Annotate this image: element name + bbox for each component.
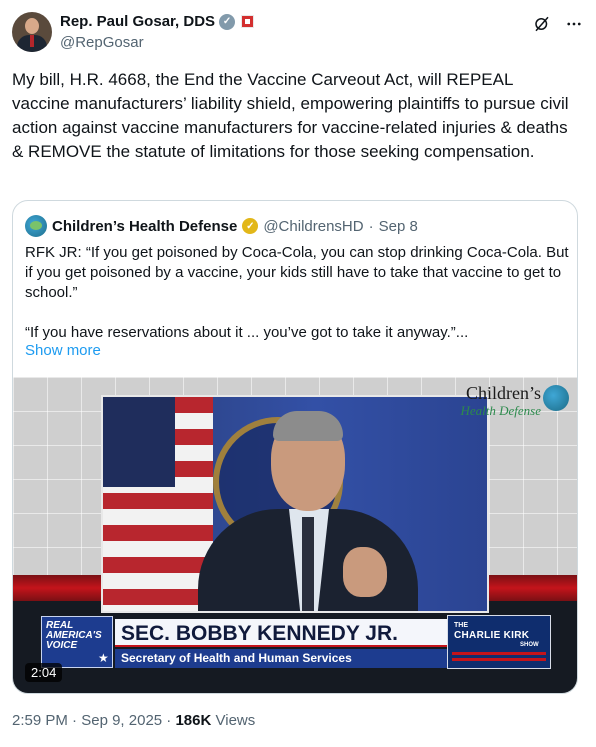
quote-header: Children’s Health Defense ✓ @ChildrensHD… <box>25 215 418 237</box>
affiliate-badge-icon[interactable] <box>241 15 255 28</box>
more-dots-icon[interactable] <box>564 14 584 34</box>
verified-badge-icon[interactable]: ✓ <box>219 13 236 30</box>
chd-logo: Children’s Health Defense <box>460 383 569 418</box>
show-logo-small: THE <box>454 622 468 629</box>
quote-date[interactable]: Sep 8 <box>379 218 418 235</box>
author-display-name[interactable]: Rep. Paul Gosar, DDS <box>60 13 215 30</box>
video-duration: 2:04 <box>25 663 63 682</box>
quote-paragraph-2: “If you have reservations about it ... y… <box>25 324 469 341</box>
tweet-text: My bill, H.R. 4668, the End the Vaccine … <box>12 70 569 161</box>
globe-icon <box>543 385 569 411</box>
quoted-tweet[interactable]: Children’s Health Defense ✓ @ChildrensHD… <box>12 200 578 694</box>
author-handle[interactable]: @RepGosar <box>60 34 144 51</box>
speaker-hair <box>273 411 343 441</box>
chyron-title-bar: SEC. BOBBY KENNEDY JR. <box>115 619 447 647</box>
tweet-time[interactable]: 2:59 PM <box>12 712 68 729</box>
author-avatar[interactable] <box>12 12 52 52</box>
show-logo-sub: SHOW <box>520 642 539 648</box>
show-logo-main: CHARLIE KIRK <box>454 630 530 641</box>
views-count[interactable]: 186K <box>175 712 211 729</box>
quote-body: RFK JR: “If you get poisoned by Coca-Col… <box>25 243 570 363</box>
speaker-frame <box>101 395 489 613</box>
lower-third: REAL AMERICA'S VOICE ★ SEC. BOBBY KENNED… <box>41 614 447 670</box>
views-label: Views <box>215 712 256 729</box>
header-actions <box>532 14 584 34</box>
flag-canton <box>103 397 175 487</box>
chyron-subtitle-bar: Secretary of Health and Human Services <box>115 649 447 668</box>
tweet-header: Rep. Paul Gosar, DDS ✓ @RepGosar <box>12 12 584 56</box>
quote-paragraph-1: RFK JR: “If you get poisoned by Coca-Col… <box>25 244 569 301</box>
network-logo: REAL AMERICA'S VOICE ★ <box>41 616 113 668</box>
show-logo-stripes <box>452 652 546 664</box>
quote-avatar[interactable] <box>25 215 47 237</box>
tweet-date[interactable]: Sep 9, 2025 <box>81 712 162 729</box>
network-name: REAL AMERICA'S VOICE <box>46 620 102 651</box>
tweet-meta: 2:59 PM · Sep 9, 2025 · 186K Views <box>12 712 255 729</box>
chyron-subtitle: Secretary of Health and Human Services <box>121 651 352 665</box>
quote-separator: · <box>368 217 374 235</box>
star-icon: ★ <box>98 651 109 665</box>
grok-icon[interactable] <box>532 14 552 34</box>
video-player[interactable]: Children’s Health Defense REAL AMERICA'S… <box>13 377 577 693</box>
gold-verified-badge-icon[interactable]: ✓ <box>242 218 259 234</box>
meta-separator: · <box>72 712 78 729</box>
quote-display-name[interactable]: Children’s Health Defense <box>52 218 237 235</box>
quote-handle[interactable]: @ChildrensHD <box>263 218 363 235</box>
speaker-tie <box>302 517 314 611</box>
show-logo: THE CHARLIE KIRK SHOW <box>447 615 551 669</box>
meta-separator-2: · <box>166 712 172 729</box>
speaker-hand <box>343 547 387 597</box>
author-name-row: Rep. Paul Gosar, DDS ✓ <box>60 13 255 30</box>
chyron-title: SEC. BOBBY KENNEDY JR. <box>121 622 398 645</box>
show-more-link[interactable]: Show more <box>25 342 101 359</box>
